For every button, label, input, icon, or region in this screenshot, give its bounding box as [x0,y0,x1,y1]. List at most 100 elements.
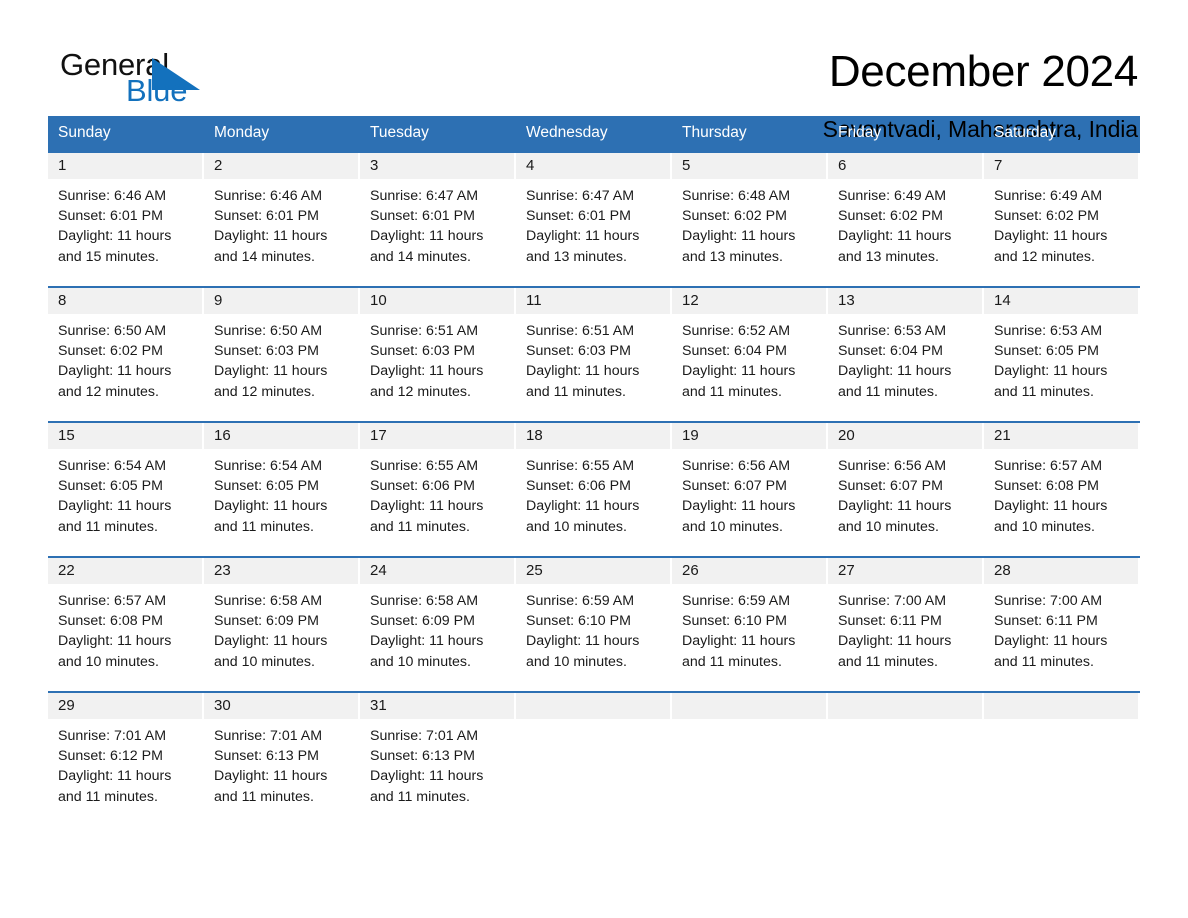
day-details: Sunrise: 6:59 AM Sunset: 6:10 PM Dayligh… [672,584,828,672]
calendar-day-cell[interactable]: 24 Sunrise: 6:58 AM Sunset: 6:09 PM Dayl… [360,556,516,691]
calendar-day-cell[interactable]: 20 Sunrise: 6:56 AM Sunset: 6:07 PM Dayl… [828,421,984,556]
day-details: Sunrise: 7:01 AM Sunset: 6:13 PM Dayligh… [204,719,360,807]
daylight-text-line2: and 11 minutes. [838,653,938,670]
calendar-day-cell[interactable]: 4 Sunrise: 6:47 AM Sunset: 6:01 PM Dayli… [516,151,672,286]
calendar-day-cell[interactable]: 22 Sunrise: 6:57 AM Sunset: 6:08 PM Dayl… [48,556,204,691]
sunset-text: Sunset: 6:11 PM [838,613,942,630]
sunset-text: Sunset: 6:10 PM [682,613,787,630]
daylight-text-line1: Daylight: 11 hours [526,228,640,245]
calendar-day-cell-empty [828,691,984,826]
calendar-day-cell[interactable]: 11 Sunrise: 6:51 AM Sunset: 6:03 PM Dayl… [516,286,672,421]
daylight-text-line1: Daylight: 11 hours [214,363,328,380]
sunrise-text: Sunrise: 6:54 AM [214,458,323,474]
sunrise-text: Sunrise: 6:50 AM [58,323,167,339]
sunset-text: Sunset: 6:04 PM [838,343,943,360]
calendar-day-cell[interactable]: 13 Sunrise: 6:53 AM Sunset: 6:04 PM Dayl… [828,286,984,421]
daylight-text-line1: Daylight: 11 hours [838,498,952,515]
day-details: Sunrise: 6:49 AM Sunset: 6:02 PM Dayligh… [984,179,1140,267]
calendar-day-cell[interactable]: 17 Sunrise: 6:55 AM Sunset: 6:06 PM Dayl… [360,421,516,556]
sunset-text: Sunset: 6:02 PM [58,343,163,360]
day-details: Sunrise: 6:46 AM Sunset: 6:01 PM Dayligh… [48,179,204,267]
day-details [672,719,828,726]
calendar-day-cell[interactable]: 14 Sunrise: 6:53 AM Sunset: 6:05 PM Dayl… [984,286,1140,421]
daylight-text-line2: and 13 minutes. [526,248,627,265]
calendar-day-cell[interactable]: 7 Sunrise: 6:49 AM Sunset: 6:02 PM Dayli… [984,151,1140,286]
day-details: Sunrise: 6:47 AM Sunset: 6:01 PM Dayligh… [360,179,516,267]
sunrise-text: Sunrise: 7:00 AM [994,593,1103,609]
day-number: 8 [48,288,202,314]
day-details: Sunrise: 6:51 AM Sunset: 6:03 PM Dayligh… [360,314,516,402]
calendar-day-cell[interactable]: 25 Sunrise: 6:59 AM Sunset: 6:10 PM Dayl… [516,556,672,691]
sunset-text: Sunset: 6:08 PM [58,613,163,630]
sunrise-text: Sunrise: 6:56 AM [838,458,947,474]
calendar-day-cell[interactable]: 3 Sunrise: 6:47 AM Sunset: 6:01 PM Dayli… [360,151,516,286]
calendar-day-cell[interactable]: 18 Sunrise: 6:55 AM Sunset: 6:06 PM Dayl… [516,421,672,556]
sunrise-text: Sunrise: 6:57 AM [994,458,1103,474]
calendar-day-cell[interactable]: 1 Sunrise: 6:46 AM Sunset: 6:01 PM Dayli… [48,151,204,286]
sunset-text: Sunset: 6:13 PM [370,748,475,765]
calendar-day-cell[interactable]: 19 Sunrise: 6:56 AM Sunset: 6:07 PM Dayl… [672,421,828,556]
daylight-text-line2: and 11 minutes. [214,788,314,805]
general-blue-logo[interactable]: General Blue [48,46,248,118]
day-number: 12 [672,288,826,314]
calendar-day-cell[interactable]: 15 Sunrise: 6:54 AM Sunset: 6:05 PM Dayl… [48,421,204,556]
calendar-day-cell[interactable]: 5 Sunrise: 6:48 AM Sunset: 6:02 PM Dayli… [672,151,828,286]
sunset-text: Sunset: 6:03 PM [214,343,319,360]
daylight-text-line1: Daylight: 11 hours [994,498,1108,515]
daylight-text-line2: and 10 minutes. [994,518,1095,535]
daylight-text-line1: Daylight: 11 hours [838,633,952,650]
daylight-text-line2: and 11 minutes. [994,383,1094,400]
sunrise-text: Sunrise: 7:01 AM [214,728,323,744]
sunset-text: Sunset: 6:13 PM [214,748,319,765]
calendar-day-cell[interactable]: 31 Sunrise: 7:01 AM Sunset: 6:13 PM Dayl… [360,691,516,826]
day-details: Sunrise: 6:59 AM Sunset: 6:10 PM Dayligh… [516,584,672,672]
sunset-text: Sunset: 6:01 PM [214,208,319,225]
day-number: 20 [828,423,982,449]
calendar-day-cell[interactable]: 26 Sunrise: 6:59 AM Sunset: 6:10 PM Dayl… [672,556,828,691]
calendar-day-cell[interactable]: 8 Sunrise: 6:50 AM Sunset: 6:02 PM Dayli… [48,286,204,421]
calendar-day-cell[interactable]: 16 Sunrise: 6:54 AM Sunset: 6:05 PM Dayl… [204,421,360,556]
daylight-text-line1: Daylight: 11 hours [214,228,328,245]
day-details: Sunrise: 6:54 AM Sunset: 6:05 PM Dayligh… [48,449,204,537]
day-details: Sunrise: 6:58 AM Sunset: 6:09 PM Dayligh… [204,584,360,672]
daylight-text-line1: Daylight: 11 hours [370,768,484,785]
calendar-day-cell[interactable]: 6 Sunrise: 6:49 AM Sunset: 6:02 PM Dayli… [828,151,984,286]
day-details [984,719,1140,726]
calendar-day-cell[interactable]: 2 Sunrise: 6:46 AM Sunset: 6:01 PM Dayli… [204,151,360,286]
sunset-text: Sunset: 6:09 PM [214,613,319,630]
calendar-day-cell[interactable]: 29 Sunrise: 7:01 AM Sunset: 6:12 PM Dayl… [48,691,204,826]
calendar-day-cell-empty [984,691,1140,826]
daylight-text-line1: Daylight: 11 hours [838,363,952,380]
calendar-day-cell[interactable]: 27 Sunrise: 7:00 AM Sunset: 6:11 PM Dayl… [828,556,984,691]
daylight-text-line1: Daylight: 11 hours [58,498,172,515]
day-number: 9 [204,288,358,314]
daylight-text-line1: Daylight: 11 hours [58,633,172,650]
calendar-body: 1 Sunrise: 6:46 AM Sunset: 6:01 PM Dayli… [48,151,1140,826]
sunset-text: Sunset: 6:10 PM [526,613,631,630]
day-number: 15 [48,423,202,449]
calendar-day-cell[interactable]: 23 Sunrise: 6:58 AM Sunset: 6:09 PM Dayl… [204,556,360,691]
sunset-text: Sunset: 6:06 PM [526,478,631,495]
day-details: Sunrise: 6:57 AM Sunset: 6:08 PM Dayligh… [984,449,1140,537]
day-number: 22 [48,558,202,584]
daylight-text-line2: and 13 minutes. [682,248,783,265]
day-number: 3 [360,153,514,179]
sunrise-text: Sunrise: 6:55 AM [526,458,635,474]
calendar-day-cell[interactable]: 10 Sunrise: 6:51 AM Sunset: 6:03 PM Dayl… [360,286,516,421]
calendar-day-cell[interactable]: 28 Sunrise: 7:00 AM Sunset: 6:11 PM Dayl… [984,556,1140,691]
sunset-text: Sunset: 6:08 PM [994,478,1099,495]
sunrise-text: Sunrise: 6:51 AM [370,323,479,339]
calendar-day-cell[interactable]: 9 Sunrise: 6:50 AM Sunset: 6:03 PM Dayli… [204,286,360,421]
calendar-day-cell[interactable]: 21 Sunrise: 6:57 AM Sunset: 6:08 PM Dayl… [984,421,1140,556]
calendar-day-cell[interactable]: 30 Sunrise: 7:01 AM Sunset: 6:13 PM Dayl… [204,691,360,826]
daylight-text-line2: and 11 minutes. [58,788,158,805]
daylight-text-line1: Daylight: 11 hours [838,228,952,245]
sunset-text: Sunset: 6:05 PM [214,478,319,495]
sunrise-text: Sunrise: 6:58 AM [370,593,479,609]
sunrise-text: Sunrise: 6:49 AM [838,188,947,204]
sunrise-text: Sunrise: 6:48 AM [682,188,791,204]
calendar-day-cell[interactable]: 12 Sunrise: 6:52 AM Sunset: 6:04 PM Dayl… [672,286,828,421]
sunrise-text: Sunrise: 6:49 AM [994,188,1103,204]
sunrise-text: Sunrise: 6:53 AM [838,323,947,339]
calendar-week-row: 8 Sunrise: 6:50 AM Sunset: 6:02 PM Dayli… [48,286,1140,421]
